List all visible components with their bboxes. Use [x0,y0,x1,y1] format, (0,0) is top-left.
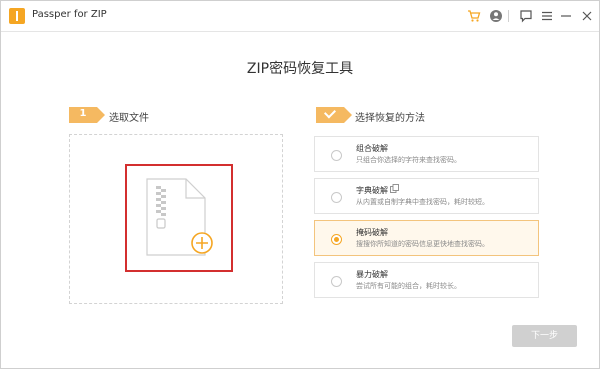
option-description: 搜搜你所知道的密码信息更快地查找密码。 [356,240,489,248]
close-icon[interactable] [580,9,594,23]
app-window: Passper for ZIP ZIP密码恢复工具 1 选取文件 选择恢复的方法… [0,0,600,369]
option-dictionary-attack[interactable]: 字典破解 从内置或自制字典中查找密码，耗时较短。 [314,178,539,214]
option-description: 从内置或自制字典中查找密码，耗时较短。 [356,198,489,206]
option-brute-force-attack[interactable]: 暴力破解 尝试所有可能的组合，耗时较长。 [314,262,539,298]
radio-button[interactable] [331,276,342,287]
minimize-icon[interactable] [559,9,573,23]
feedback-icon[interactable] [519,9,533,23]
option-mask-attack[interactable]: 掩码破解 搜搜你所知道的密码信息更快地查找密码。 [314,220,539,256]
page-title: ZIP密码恢复工具 [246,61,354,77]
step1-number: 1 [79,108,87,119]
option-title: 暴力破解 [356,270,388,279]
step2-label: 选择恢复的方法 [355,113,425,124]
option-title: 掩码破解 [356,228,388,237]
step2-badge [316,106,352,123]
menu-icon[interactable] [540,9,554,23]
option-combination-attack[interactable]: 组合破解 只组合你选择的字符来查找密码。 [314,136,539,172]
add-file-icon[interactable] [191,232,213,254]
step1-badge: 1 [69,107,105,123]
radio-button[interactable] [331,150,342,161]
option-description: 尝试所有可能的组合，耗时较长。 [356,282,461,290]
radio-button[interactable] [331,192,342,203]
cart-icon[interactable] [467,9,481,23]
copy-icon[interactable] [390,184,399,193]
next-button[interactable]: 下一步 [512,325,577,347]
app-logo-icon [9,8,25,24]
option-title: 组合破解 [356,144,388,153]
option-description: 只组合你选择的字符来查找密码。 [356,156,461,164]
zip-file-icon[interactable] [146,178,216,260]
option-title: 字典破解 [356,186,388,195]
radio-button-selected[interactable] [331,234,342,245]
title-bar: Passper for ZIP [1,1,599,32]
step1-label: 选取文件 [109,113,149,124]
title-separator [508,10,509,22]
user-icon[interactable] [489,9,503,23]
check-icon [323,106,337,119]
app-title: Passper for ZIP [32,9,107,20]
